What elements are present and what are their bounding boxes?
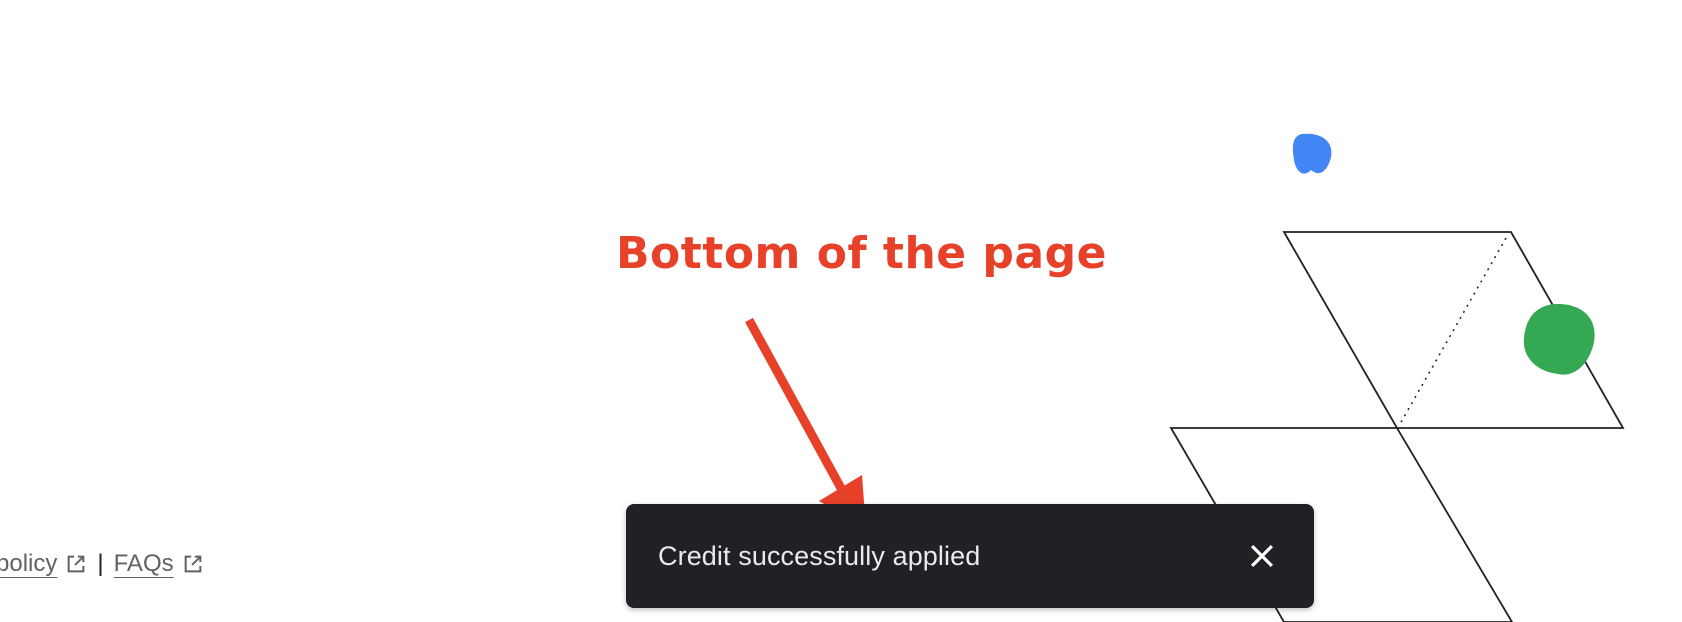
- annotation-label: Bottom of the page: [616, 228, 1107, 279]
- blue-blob-shape: [1292, 133, 1332, 174]
- external-link-icon: [65, 553, 87, 575]
- dotted-diagonal: [1399, 237, 1507, 425]
- snackbar: Credit successfully applied: [626, 504, 1314, 608]
- footer-links: policy | FAQs: [0, 546, 204, 582]
- policy-link[interactable]: policy: [0, 550, 57, 578]
- close-icon[interactable]: [1240, 534, 1284, 578]
- external-link-icon: [182, 553, 204, 575]
- snackbar-message: Credit successfully applied: [658, 540, 981, 571]
- footer-separator: |: [97, 550, 104, 577]
- faqs-link[interactable]: FAQs: [114, 550, 174, 578]
- green-blob-shape: [1523, 304, 1595, 375]
